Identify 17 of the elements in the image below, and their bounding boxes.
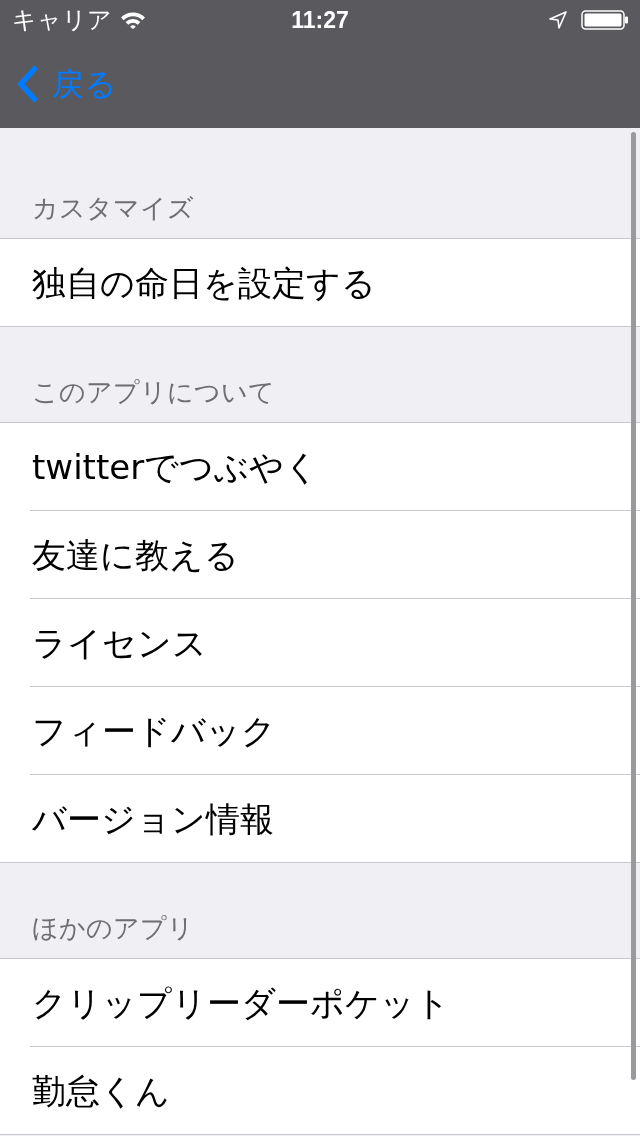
list-row[interactable]: 独自の命日を設定する xyxy=(0,239,640,326)
clock-time: 11:27 xyxy=(291,6,349,35)
list-row[interactable]: ライセンス xyxy=(0,599,640,686)
section-header: ほかのアプリ xyxy=(32,912,194,944)
back-chevron-icon xyxy=(16,64,40,104)
battery-icon xyxy=(581,10,628,30)
carrier-label: キャリア xyxy=(12,5,112,35)
section-header: カスタマイズ xyxy=(32,192,194,224)
section-header: このアプリについて xyxy=(32,376,275,408)
list-row[interactable]: フィードバック xyxy=(0,687,640,774)
list-row[interactable]: 友達に教える xyxy=(0,511,640,598)
list-row[interactable]: バージョン情報 xyxy=(0,775,640,862)
list-row[interactable]: twitterでつぶやく xyxy=(0,423,640,510)
list-row[interactable]: クリップリーダーポケット xyxy=(0,959,640,1046)
location-arrow-icon xyxy=(549,11,567,29)
list-row[interactable]: 勤怠くん xyxy=(0,1047,640,1134)
wifi-icon xyxy=(120,11,146,29)
